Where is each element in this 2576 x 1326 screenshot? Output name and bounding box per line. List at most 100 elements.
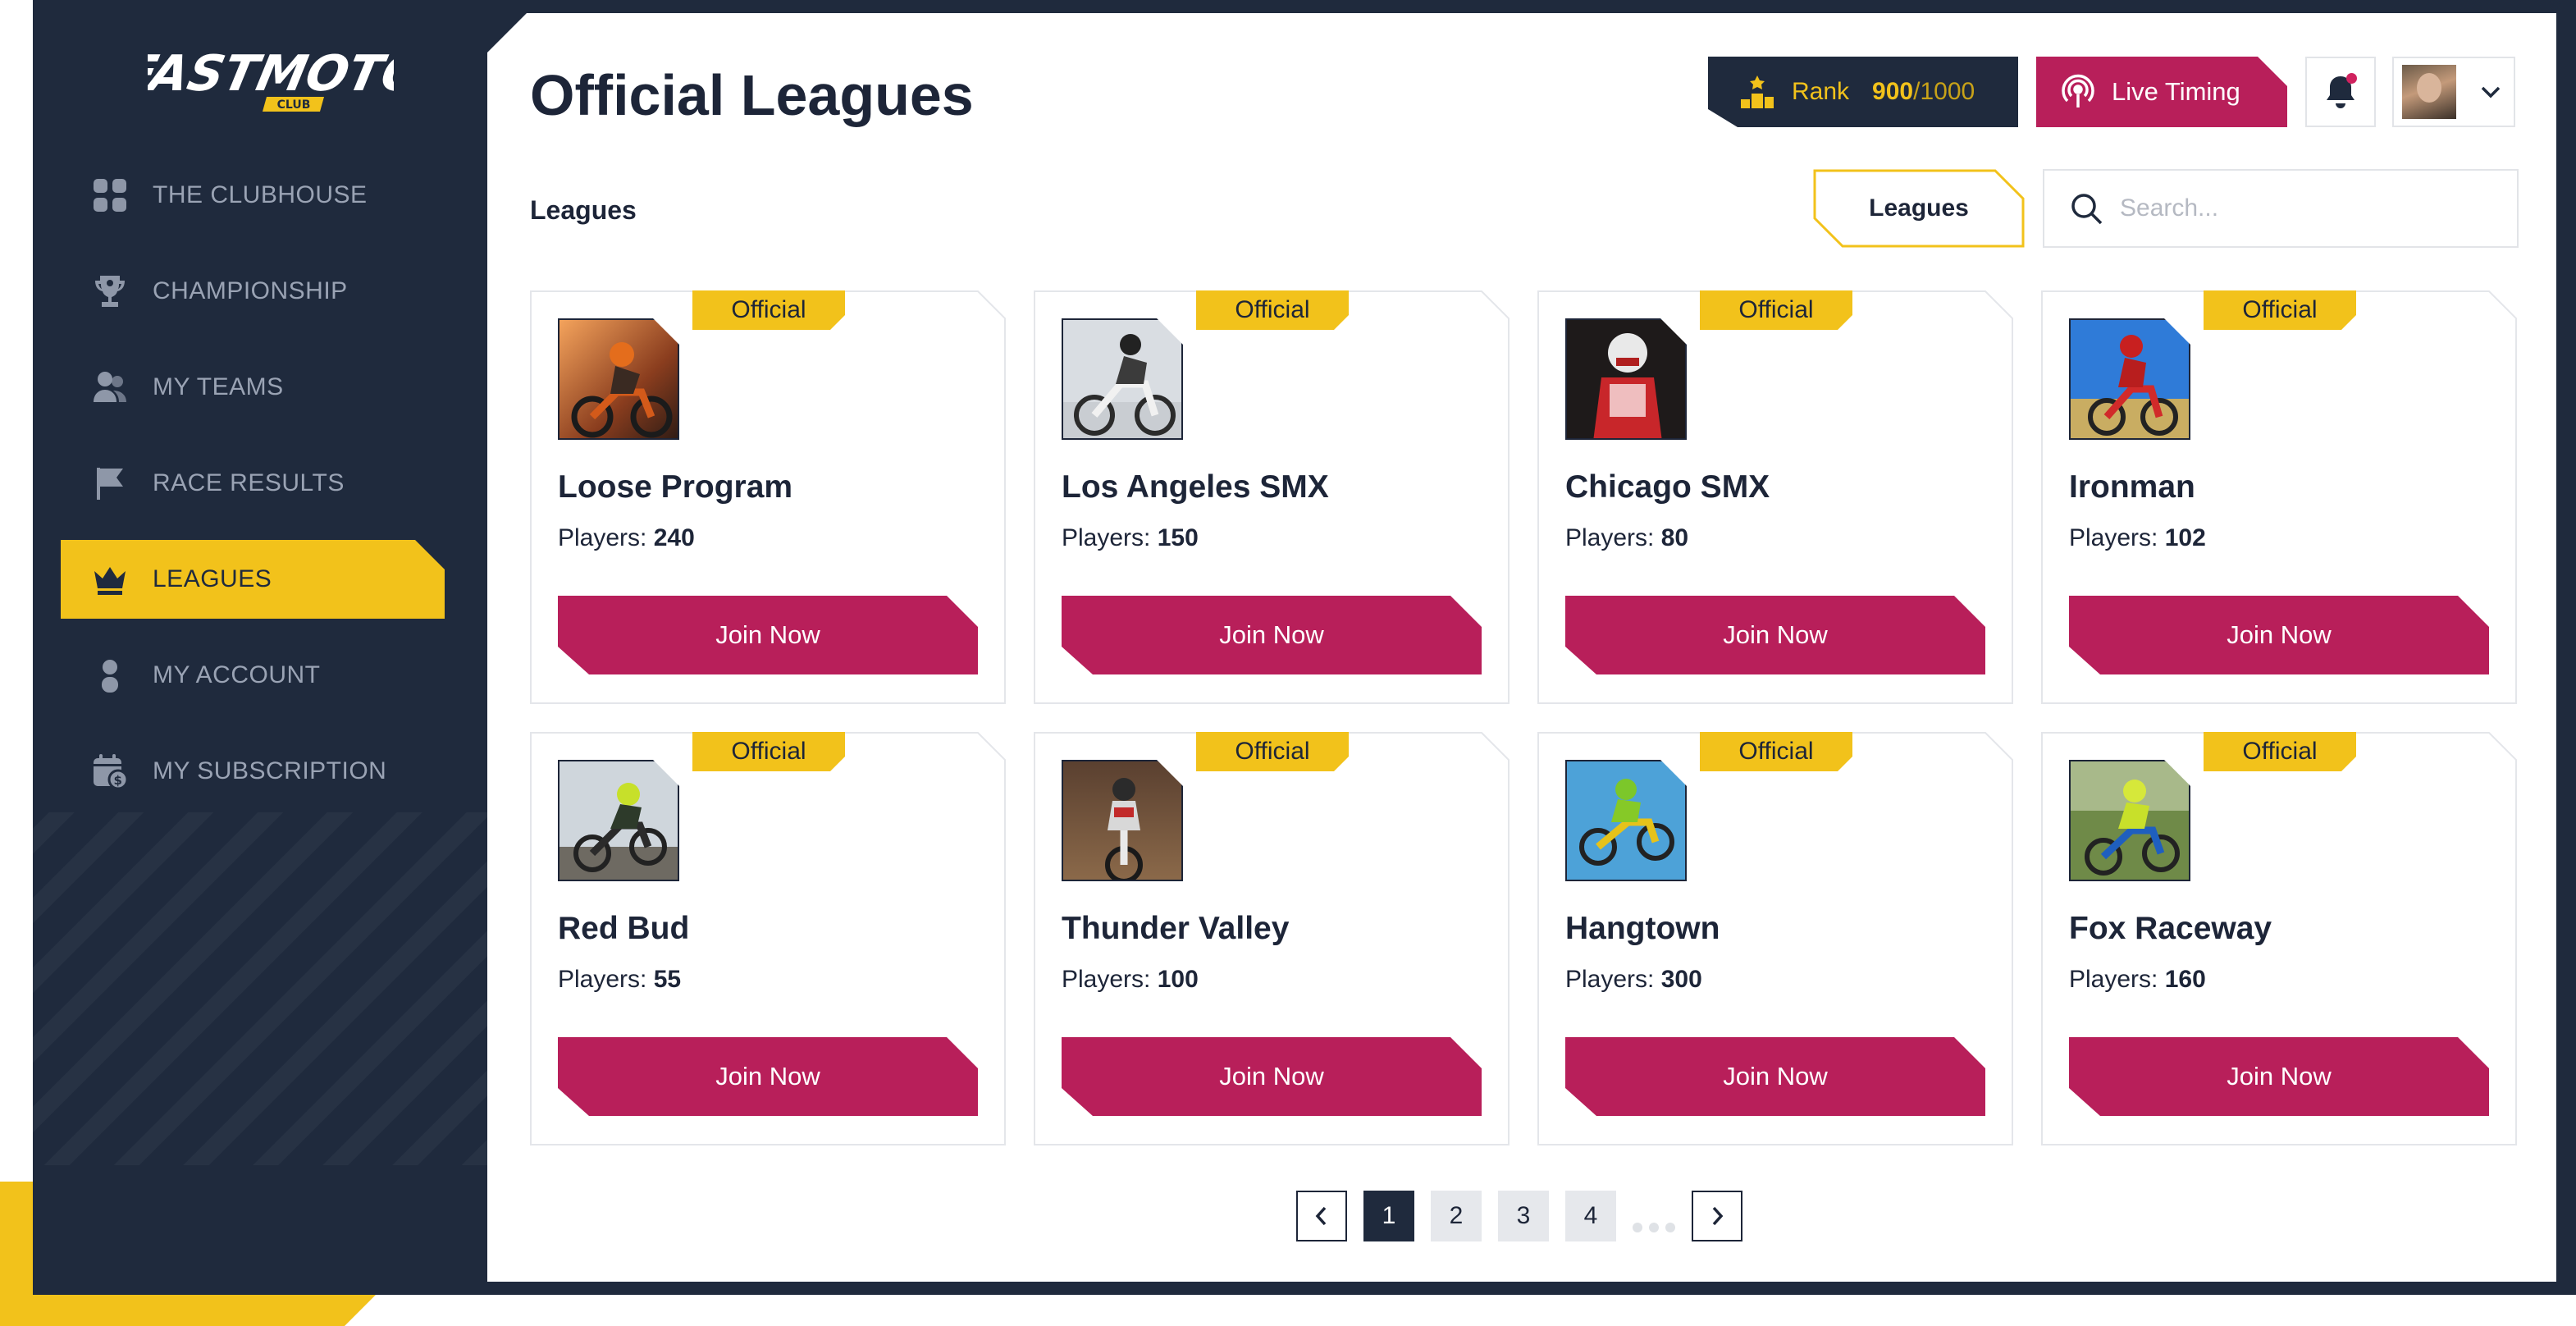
league-name: Loose Program [558, 469, 793, 505]
rank-indicator: Rank 900 /1000 [1708, 57, 2018, 127]
players-label: Players: [2069, 966, 2158, 993]
next-page-button[interactable] [1692, 1191, 1742, 1241]
official-badge: Official [2204, 732, 2356, 771]
league-name: Thunder Valley [1062, 911, 1290, 946]
podium-icon [1741, 75, 1774, 108]
join-now-button[interactable]: Join Now [558, 596, 978, 674]
sidebar-item-leagues[interactable]: LEAGUES [61, 540, 445, 619]
page-button-1[interactable]: 1 [1363, 1191, 1414, 1241]
official-badge: Official [1196, 732, 1349, 771]
search-box[interactable] [2043, 169, 2519, 248]
league-thumbnail [2069, 760, 2190, 881]
join-now-button[interactable]: Join Now [2069, 596, 2489, 674]
join-now-button[interactable]: Join Now [1565, 1037, 1985, 1116]
league-card: Official Fox Raceway Players: 160 Join N… [2041, 732, 2517, 1145]
user-menu-button[interactable] [2392, 57, 2515, 127]
tab-leagues[interactable]: Leagues [1813, 169, 2025, 248]
players-label: Players: [1565, 966, 1655, 993]
join-now-button[interactable]: Join Now [1062, 596, 1482, 674]
join-now-button[interactable]: Join Now [2069, 1037, 2489, 1116]
players-label: Players: [558, 524, 647, 551]
players-count: 80 [1660, 524, 1689, 551]
rank-label: Rank [1792, 78, 1850, 105]
league-players: Players: 55 [558, 966, 681, 994]
join-now-button[interactable]: Join Now [1062, 1037, 1482, 1116]
players-label: Players: [558, 966, 647, 993]
league-card: Official Red Bud Players: 55 Join Now [530, 732, 1006, 1145]
official-badge: Official [692, 732, 845, 771]
prev-page-button[interactable] [1296, 1191, 1347, 1241]
official-badge: Official [1700, 732, 1852, 771]
search-input[interactable] [2120, 194, 2497, 222]
sidebar-item-label: CHAMPIONSHIP [153, 277, 348, 304]
pagination: 1 2 3 4 [1296, 1190, 1759, 1242]
league-name: Los Angeles SMX [1062, 469, 1329, 505]
sidebar-decoration [33, 812, 487, 1165]
league-name: Hangtown [1565, 911, 1720, 946]
league-players: Players: 80 [1565, 524, 1688, 552]
league-card: Official Ironman Players: 102 Join Now [2041, 290, 2517, 704]
crown-icon [92, 561, 128, 597]
sidebar-item-label: LEAGUES [153, 565, 272, 592]
main-panel: Official Leagues Rank 900 /1000 Live Tim… [487, 13, 2556, 1282]
league-players: Players: 102 [2069, 524, 2206, 552]
league-players: Players: 160 [2069, 966, 2206, 994]
sidebar-item-label: MY ACCOUNT [153, 661, 321, 688]
league-card: Official Hangtown Players: 300 Join Now [1537, 732, 2013, 1145]
league-thumbnail [1062, 318, 1183, 440]
pagination-ellipsis [1633, 1200, 1675, 1232]
players-count: 240 [653, 524, 695, 551]
join-now-button[interactable]: Join Now [1565, 596, 1985, 674]
svg-text:$: $ [114, 773, 123, 788]
sidebar-item-my-account[interactable]: MY ACCOUNT [33, 636, 487, 715]
user-icon [92, 657, 128, 693]
league-thumbnail [1062, 760, 1183, 881]
chevron-right-icon [1712, 1206, 1724, 1226]
calendar-dollar-icon: $ [92, 753, 128, 789]
league-thumbnail [1565, 318, 1687, 440]
page-button-4[interactable]: 4 [1565, 1191, 1616, 1241]
page-button-3[interactable]: 3 [1498, 1191, 1549, 1241]
sidebar-nav: THE CLUBHOUSE CHAMPIONSHIP MY TEAMS RACE… [33, 156, 487, 828]
players-label: Players: [1062, 524, 1151, 551]
players-label: Players: [1062, 966, 1151, 993]
search-icon [2071, 194, 2103, 225]
official-badge: Official [1196, 290, 1349, 330]
league-card: Official Loose Program Players: 240 Join… [530, 290, 1006, 704]
sidebar-item-label: THE CLUBHOUSE [153, 181, 368, 208]
official-badge: Official [1700, 290, 1852, 330]
section-label: Leagues [530, 195, 637, 225]
sidebar-item-race-results[interactable]: RACE RESULTS [33, 444, 487, 523]
trophy-icon [92, 273, 128, 309]
league-thumbnail [1565, 760, 1687, 881]
broadcast-icon [2062, 74, 2094, 107]
page-button-2[interactable]: 2 [1431, 1191, 1482, 1241]
players-count: 55 [653, 966, 682, 993]
sidebar-item-clubhouse[interactable]: THE CLUBHOUSE [33, 156, 487, 235]
sidebar-item-my-subscription[interactable]: $ MY SUBSCRIPTION [33, 732, 487, 811]
avatar [2402, 65, 2456, 119]
notifications-button[interactable] [2305, 57, 2376, 127]
fastmoto-logo[interactable]: FASTMOTO CLUB [117, 33, 430, 123]
chevron-down-icon [2481, 86, 2501, 98]
league-thumbnail [558, 318, 679, 440]
sidebar-item-label: MY TEAMS [153, 373, 284, 400]
flag-icon [92, 465, 128, 501]
grid-icon [92, 177, 128, 213]
join-now-button[interactable]: Join Now [558, 1037, 978, 1116]
players-count: 150 [1157, 524, 1199, 551]
sidebar-item-my-teams[interactable]: MY TEAMS [33, 348, 487, 427]
rank-max: /1000 [1913, 78, 1975, 105]
players-count: 100 [1157, 966, 1199, 993]
official-badge: Official [692, 290, 845, 330]
live-timing-button[interactable]: Live Timing [2036, 57, 2287, 127]
league-name: Ironman [2069, 469, 2195, 505]
league-card: Official Los Angeles SMX Players: 150 Jo… [1034, 290, 1510, 704]
league-name: Fox Raceway [2069, 911, 2272, 946]
league-players: Players: 100 [1062, 966, 1199, 994]
logo-subtext: CLUB [277, 98, 311, 112]
sidebar: FASTMOTO CLUB THE CLUBHOUSE CHAMPIONSHIP… [33, 0, 487, 1295]
sidebar-item-championship[interactable]: CHAMPIONSHIP [33, 252, 487, 331]
league-players: Players: 300 [1565, 966, 1702, 994]
league-players: Players: 240 [558, 524, 695, 552]
